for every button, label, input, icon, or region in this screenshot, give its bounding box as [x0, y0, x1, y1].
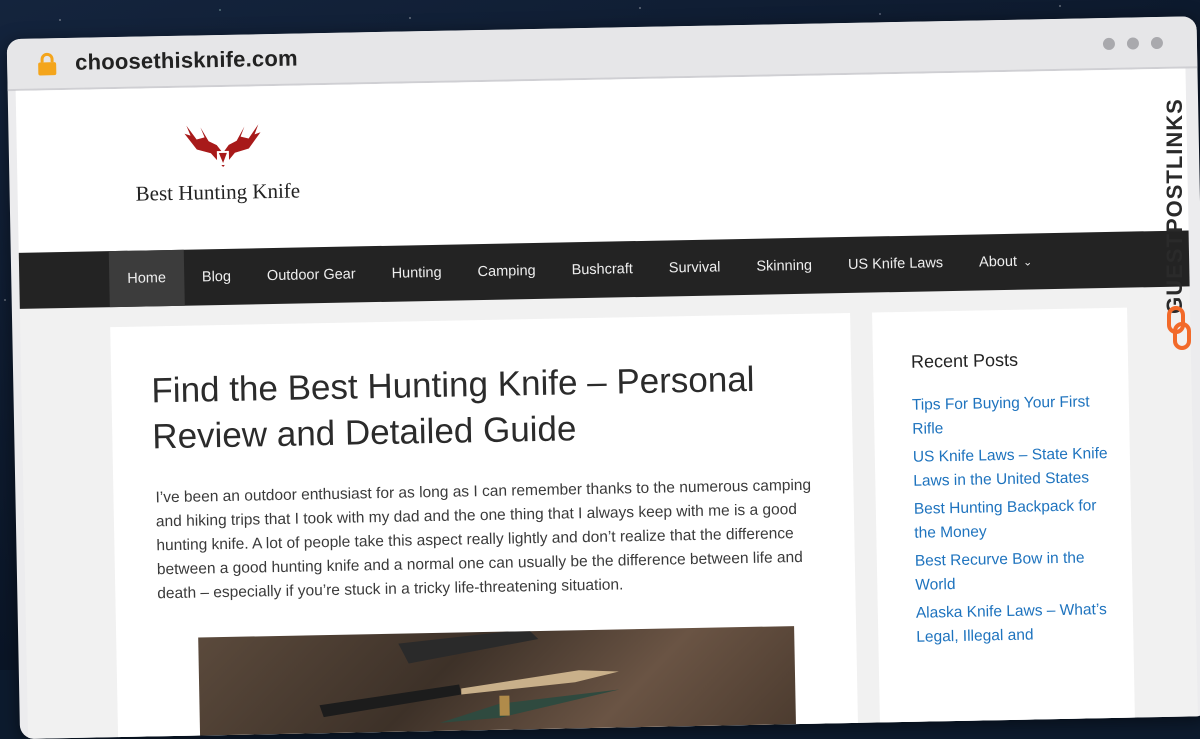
sidebar: Recent Posts Tips For Buying Your First …	[872, 307, 1136, 733]
recent-post-link[interactable]: Best Recurve Bow in the World	[915, 546, 1111, 598]
lock-icon	[38, 52, 57, 76]
chevron-down-icon: ⌄	[1022, 256, 1033, 269]
recent-post-link[interactable]: Alaska Knife Laws – What’s Legal, Illega…	[916, 598, 1112, 650]
site-header: Best Hunting Knife	[15, 68, 1189, 253]
nav-item-us-knife-laws[interactable]: US Knife Laws	[829, 235, 961, 294]
main-content: Find the Best Hunting Knife – Personal R…	[110, 312, 859, 739]
window-dot[interactable]	[1150, 36, 1164, 50]
nav-item-about[interactable]: About ⌄	[961, 233, 1051, 291]
nav-item-outdoor-gear[interactable]: Outdoor Gear	[248, 246, 374, 304]
recent-post-link[interactable]: Best Hunting Backpack for the Money	[914, 494, 1110, 546]
knife-illustration	[319, 629, 620, 723]
logo-text: Best Hunting Knife	[135, 178, 301, 206]
nav-item-skinning[interactable]: Skinning	[738, 237, 831, 295]
watermark-text: GUESTPOSTLINKS	[1162, 98, 1187, 314]
window-dot[interactable]	[1102, 37, 1116, 51]
site-logo[interactable]: Best Hunting Knife	[134, 121, 336, 207]
nav-item-hunting[interactable]: Hunting	[373, 244, 460, 302]
recent-post-link[interactable]: Tips For Buying Your First Rifle	[912, 390, 1108, 442]
web-page: Best Hunting Knife Home Blog Outdoor Gea…	[15, 68, 1198, 739]
nav-item-blog[interactable]: Blog	[183, 248, 249, 305]
antler-logo-icon	[184, 124, 261, 167]
nav-item-home[interactable]: Home	[108, 249, 185, 308]
nav-item-about-label: About	[978, 253, 1018, 271]
nav-item-camping[interactable]: Camping	[459, 243, 554, 301]
window-controls	[1102, 36, 1164, 51]
recent-post-link[interactable]: US Knife Laws – State Knife Laws in the …	[913, 442, 1109, 494]
article-intro: I’ve been an outdoor enthusiast for as l…	[155, 476, 812, 603]
page-title: Find the Best Hunting Knife – Personal R…	[151, 359, 755, 457]
recent-posts-title: Recent Posts	[910, 349, 1019, 372]
url-text[interactable]: choosethisknife.com	[75, 46, 298, 76]
chain-link-icon	[1167, 306, 1191, 350]
window-frame: choosethisknife.com Best Hunting Knife H…	[6, 16, 1200, 739]
window-dot[interactable]	[1126, 37, 1140, 50]
nav-item-bushcraft[interactable]: Bushcraft	[553, 241, 651, 299]
recent-posts-list: Tips For Buying Your First Rifle US Knif…	[912, 390, 1112, 654]
nav-item-survival[interactable]: Survival	[650, 239, 739, 297]
browser-window: choosethisknife.com Best Hunting Knife H…	[0, 0, 1200, 739]
hero-knife-image	[198, 626, 797, 739]
